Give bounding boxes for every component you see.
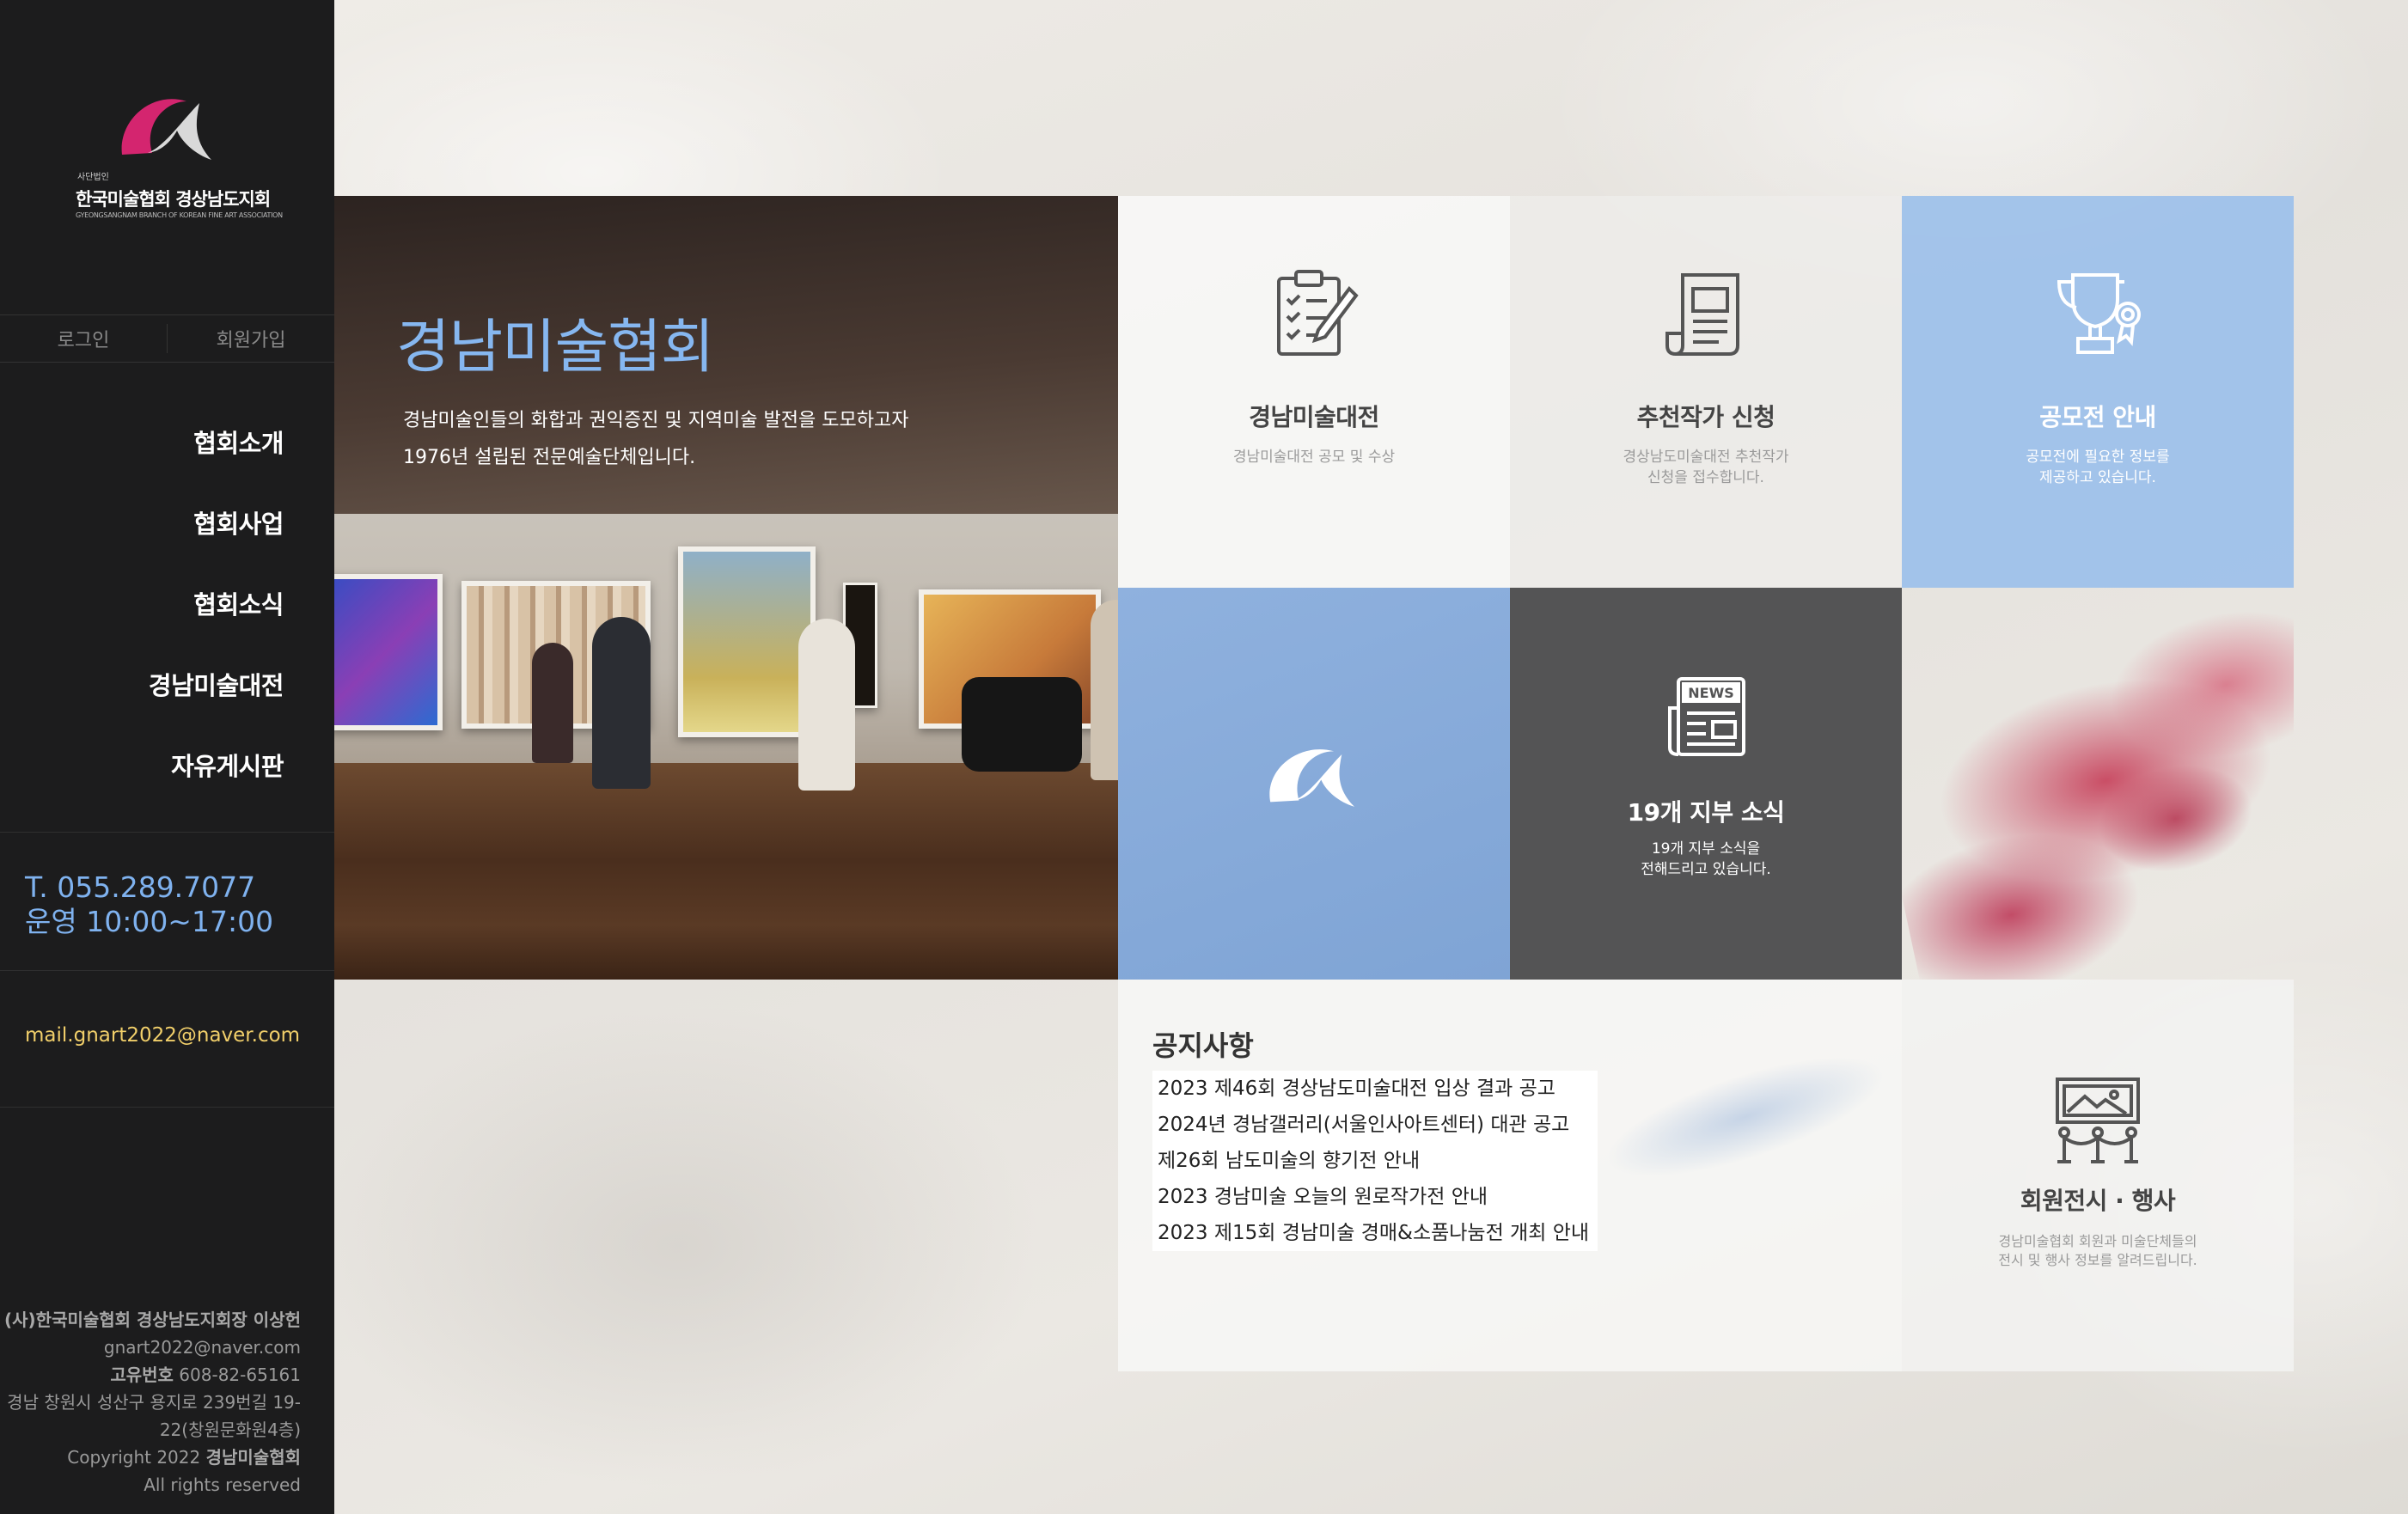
nav-item-news[interactable]: 협회소식: [149, 579, 284, 660]
notice-item[interactable]: 제26회 남도미술의 향기전 안내: [1152, 1143, 1598, 1179]
auth-links: 로그인 회원가입: [0, 314, 334, 363]
hero-description: 경남미술인들의 화합과 권익증진 및 지역미술 발전을 도모하고자 1976년 …: [403, 402, 1056, 476]
stroller: [962, 677, 1082, 772]
tile-description-line: 경상남도미술대전 추천작가: [1623, 449, 1789, 466]
tile-description: 경남미술협회 회원과 미술단체들의 전시 및 행사 정보를 알려드립니다.: [1902, 1232, 2294, 1270]
logo-subtitle: GYEONGSANGNAM BRANCH OF KOREAN FINE ART …: [76, 211, 283, 219]
hero-description-line: 경남미술인들의 화합과 권익증진 및 지역미술 발전을 도모하고자: [403, 410, 909, 431]
contact-box: T. 055.289.7077 운영 10:00~17:00: [0, 832, 334, 971]
tile-description: 공모전에 필요한 정보를 제공하고 있습니다.: [1902, 447, 2294, 488]
tile-title: 공모전 안내: [2039, 403, 2156, 431]
tile-title: 회원전시 · 행사: [2020, 1187, 2176, 1215]
gallery-floor: [334, 763, 1118, 980]
footer-rights: All rights reserved: [144, 1474, 301, 1495]
divider: [0, 1107, 334, 1108]
tile-description-line: 19개 지부 소식을: [1651, 840, 1761, 858]
logo-title: 한국미술협회 경상남도지회: [76, 189, 271, 210]
notice-item[interactable]: 2023 제15회 경남미술 경매&소품나눔전 개최 안내: [1152, 1215, 1598, 1251]
footer-address-1: 경남 창원시 성산구 용지로 239번길 19-: [7, 1392, 301, 1413]
painting: [334, 574, 443, 730]
footer-org-name: 경남미술협회: [205, 1447, 301, 1468]
hero-description-line: 1976년 설립된 전문예술단체입니다.: [403, 447, 696, 468]
tile-description-line: 신청을 접수합니다.: [1647, 469, 1764, 486]
notice-title: 공지사항: [1152, 1029, 1254, 1062]
signup-link[interactable]: 회원가입: [168, 315, 334, 362]
tile-description: 경남미술대전 공모 및 수상: [1118, 447, 1510, 467]
tile-description-line: 경남미술협회 회원과 미술단체들의: [1998, 1233, 2197, 1249]
footer-info: (사)한국미술협회 경상남도지회장 이상헌 gnart2022@naver.co…: [4, 1306, 301, 1499]
nav-item-exhibition[interactable]: 경남미술대전: [149, 660, 284, 741]
tile-title: 경남미술대전: [1249, 403, 1379, 431]
tile-title: 추천작가 신청: [1636, 403, 1775, 431]
visitor: [798, 619, 855, 791]
logo-mark-icon: [1118, 732, 1510, 818]
brush-stroke-decoration: [1552, 996, 1939, 1238]
visitor: [532, 643, 573, 763]
visitor: [592, 617, 651, 789]
footer-copyright: Copyright 2022: [67, 1447, 206, 1468]
phone-number: T. 055.289.7077: [25, 870, 256, 904]
tile-description-line: 전시 및 행사 정보를 알려드립니다.: [1998, 1252, 2197, 1268]
tile-contest[interactable]: 공모전 안내 공모전에 필요한 정보를 제공하고 있습니다.: [1902, 196, 2294, 588]
tile-title: 19개 지부 소식: [1627, 798, 1785, 827]
footer-email: gnart2022@naver.com: [103, 1337, 301, 1358]
notice-item[interactable]: 2023 경남미술 오늘의 원로작가전 안내: [1152, 1179, 1598, 1215]
footer-biz-label: 고유번호: [110, 1364, 174, 1385]
tile-exhibition[interactable]: 경남미술대전 경남미술대전 공모 및 수상: [1118, 196, 1510, 588]
tile-description-line: 공모전에 필요한 정보를: [2026, 449, 2170, 466]
gallery-icon: [1902, 1076, 2294, 1165]
hero-title: 경남미술협회: [396, 314, 714, 382]
visitor: [1091, 600, 1118, 780]
tile-logo: [1118, 588, 1510, 980]
trophy-icon: [1902, 266, 2294, 361]
notice-item[interactable]: 2024년 경남갤러리(서울인사아트센터) 대관 공고: [1152, 1107, 1598, 1143]
notice-board: 공지사항 2023 제46회 경상남도미술대전 입상 결과 공고 2024년 경…: [1118, 980, 1939, 1371]
mail-link[interactable]: mail.gnart2022@naver.com: [25, 1024, 300, 1047]
footer-president: (사)한국미술협회 경상남도지회장 이상헌: [3, 1309, 301, 1330]
nav-item-projects[interactable]: 협회사업: [149, 498, 284, 579]
logo[interactable]: 사단법인 한국미술협회 경상남도지회 GYEONGSANGNAM BRANCH …: [70, 86, 283, 232]
document-icon: [1510, 266, 1902, 361]
hero-gallery-image: 경남미술협회 경남미술인들의 화합과 권익증진 및 지역미술 발전을 도모하고자…: [334, 196, 1118, 980]
nav-item-about[interactable]: 협회소개: [149, 418, 284, 498]
tile-description-line: 제공하고 있습니다.: [2039, 469, 2156, 486]
news-badge: NEWS: [1688, 685, 1734, 701]
tile-description: 경상남도미술대전 추천작가 신청을 접수합니다.: [1510, 447, 1902, 488]
tile-recommend-artist[interactable]: 추천작가 신청 경상남도미술대전 추천작가 신청을 접수합니다.: [1510, 196, 1902, 588]
tile-decorative-lipstick: [1902, 588, 2294, 980]
notice-item[interactable]: 2023 제46회 경상남도미술대전 입상 결과 공고: [1152, 1071, 1598, 1107]
tile-description-line: 경남미술대전 공모 및 수상: [1232, 449, 1396, 466]
sidebar: 사단법인 한국미술협회 경상남도지회 GYEONGSANGNAM BRANCH …: [0, 0, 334, 1514]
logo-small-text: 사단법인: [77, 173, 109, 182]
footer-address-2: 22(창원문화원4층): [159, 1419, 301, 1440]
notice-list: 2023 제46회 경상남도미술대전 입상 결과 공고 2024년 경남갤러리(…: [1152, 1071, 1598, 1251]
nav-item-board[interactable]: 자유게시판: [149, 741, 284, 821]
painting: [678, 546, 816, 737]
tile-branch-news[interactable]: NEWS 19개 지부 소식 19개 지부 소식을 전해드리고 있습니다.: [1510, 588, 1902, 980]
office-hours: 운영 10:00~17:00: [25, 905, 274, 938]
tile-description: 19개 지부 소식을 전해드리고 있습니다.: [1510, 839, 1902, 880]
lipstick-smear-image: [1902, 588, 2294, 980]
login-link[interactable]: 로그인: [0, 315, 167, 362]
main-nav: 협회소개 협회사업 협회소식 경남미술대전 자유게시판: [149, 418, 284, 821]
clipboard-icon: [1118, 266, 1510, 361]
tile-member-exhibition[interactable]: 회원전시 · 행사 경남미술협회 회원과 미술단체들의 전시 및 행사 정보를 …: [1902, 980, 2294, 1371]
tile-description-line: 전해드리고 있습니다.: [1641, 861, 1771, 878]
newspaper-icon: NEWS: [1510, 674, 1902, 760]
logo-mark-icon: [121, 99, 211, 160]
footer-biz-number: 608-82-65161: [173, 1364, 301, 1385]
